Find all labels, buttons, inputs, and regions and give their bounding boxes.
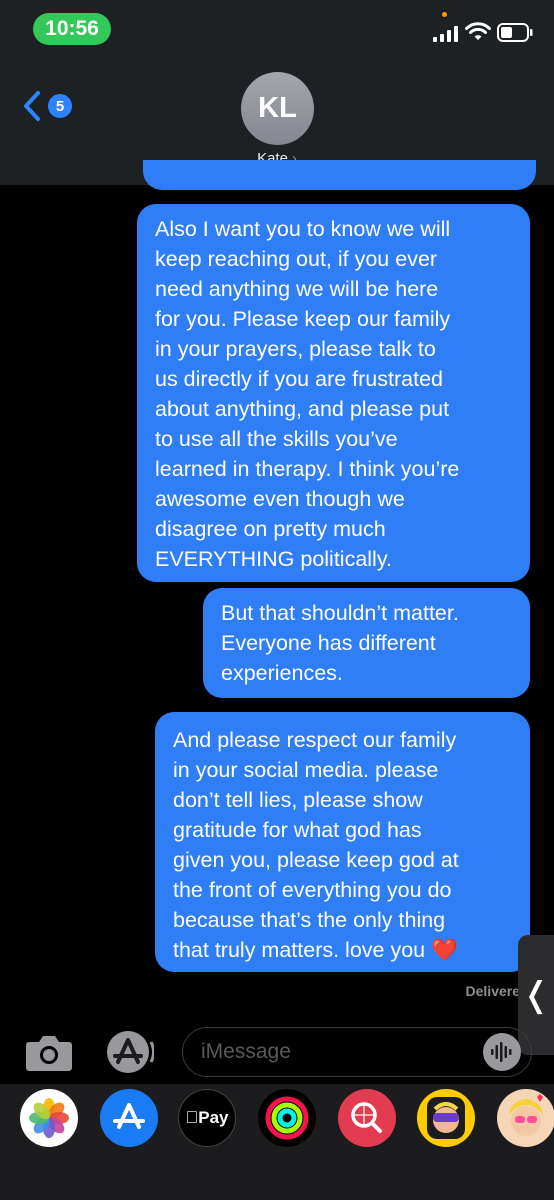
delivery-status: Delivere bbox=[465, 983, 520, 999]
app-store-app-button[interactable] bbox=[100, 1089, 158, 1147]
message-input[interactable]: iMessage bbox=[182, 1027, 532, 1077]
image-search-app-button[interactable] bbox=[338, 1089, 396, 1147]
cellular-signal-icon bbox=[433, 26, 458, 42]
apple-pay-icon:  bbox=[186, 1108, 199, 1128]
message-input-placeholder: iMessage bbox=[201, 1040, 291, 1063]
app-store-icon bbox=[113, 1103, 145, 1129]
previous-message-bubble[interactable] bbox=[143, 160, 536, 190]
privacy-indicator-dot bbox=[442, 12, 447, 17]
camera-icon[interactable] bbox=[25, 1032, 73, 1072]
memoji-app-button[interactable] bbox=[417, 1089, 475, 1147]
activity-app-button[interactable] bbox=[258, 1089, 316, 1147]
memoji-stickers-app-button[interactable] bbox=[497, 1089, 554, 1147]
memoji-icon bbox=[427, 1097, 465, 1139]
waveform-icon bbox=[491, 1042, 512, 1062]
conversation-header: 10:56 5 KL Kate › bbox=[0, 0, 554, 185]
status-time: 10:56 bbox=[33, 13, 111, 45]
wifi-icon bbox=[465, 22, 491, 40]
back-button[interactable]: 5 bbox=[22, 90, 72, 122]
app-store-button-icon[interactable] bbox=[104, 1028, 154, 1076]
message-bubble[interactable]: Also I want you to know we will keep rea… bbox=[137, 204, 530, 582]
photos-app-button[interactable] bbox=[20, 1089, 78, 1147]
activity-icon bbox=[265, 1096, 309, 1140]
unread-count-badge: 5 bbox=[48, 94, 72, 118]
battery-icon bbox=[497, 23, 533, 42]
chevron-left-icon bbox=[24, 91, 40, 121]
image-search-icon bbox=[351, 1102, 382, 1133]
photos-icon bbox=[29, 1098, 69, 1138]
memoji-stickers-icon bbox=[509, 1094, 543, 1136]
contact-avatar[interactable]: KL bbox=[241, 72, 314, 145]
message-bubble[interactable]: And please respect our family in your so… bbox=[155, 712, 530, 972]
message-bubble[interactable]: But that shouldn’t matter. Everyone has … bbox=[203, 588, 530, 698]
apple-pay-app-button[interactable]: Pay bbox=[178, 1089, 236, 1147]
audio-message-button[interactable] bbox=[483, 1033, 521, 1071]
apple-pay-label: Pay bbox=[191, 1108, 228, 1127]
